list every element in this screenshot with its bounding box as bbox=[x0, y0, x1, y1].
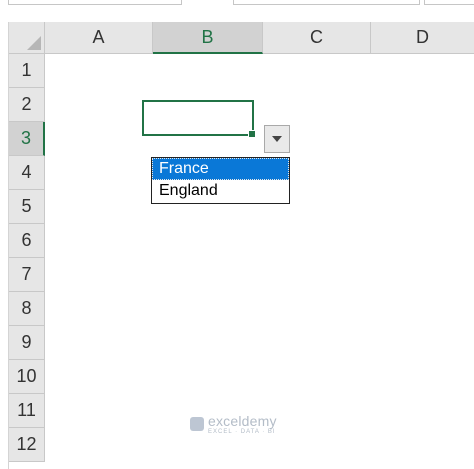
row-header-12[interactable]: 12 bbox=[9, 428, 45, 462]
dropdown-arrow-button[interactable] bbox=[264, 125, 290, 153]
fill-handle[interactable] bbox=[248, 130, 256, 138]
row-header-6[interactable]: 6 bbox=[9, 224, 45, 258]
dropdown-option-france[interactable]: France bbox=[152, 158, 289, 180]
watermark-name: exceldemy bbox=[208, 413, 277, 429]
row-header-7[interactable]: 7 bbox=[9, 258, 45, 292]
chevron-down-icon bbox=[272, 136, 282, 142]
dropdown-option-england[interactable]: England bbox=[152, 180, 289, 202]
formula-bar-area bbox=[0, 0, 474, 22]
row-header-4[interactable]: 4 bbox=[9, 156, 45, 190]
column-header-d[interactable]: D bbox=[371, 22, 474, 54]
name-box[interactable] bbox=[8, 0, 182, 5]
row-header-9[interactable]: 9 bbox=[9, 326, 45, 360]
column-header-b[interactable]: B bbox=[153, 22, 263, 54]
cell-grid[interactable] bbox=[45, 54, 474, 469]
row-header-3[interactable]: 3 bbox=[9, 122, 45, 156]
row-header-2[interactable]: 2 bbox=[9, 88, 45, 122]
exceldemy-logo-icon bbox=[190, 417, 204, 431]
select-all-button[interactable] bbox=[9, 22, 45, 54]
watermark-tagline: EXCEL · DATA · BI bbox=[208, 429, 276, 435]
formula-input[interactable] bbox=[233, 0, 420, 5]
column-header-c[interactable]: C bbox=[263, 22, 371, 54]
row-header-8[interactable]: 8 bbox=[9, 292, 45, 326]
row-header-11[interactable]: 11 bbox=[9, 394, 45, 428]
worksheet: A B C D 1 2 3 4 5 6 7 8 9 10 11 12 bbox=[8, 22, 474, 469]
row-header-5[interactable]: 5 bbox=[9, 190, 45, 224]
active-cell-b3[interactable] bbox=[142, 100, 256, 138]
formula-input-extra[interactable] bbox=[424, 0, 474, 5]
row-header-1[interactable]: 1 bbox=[9, 54, 45, 88]
row-header-10[interactable]: 10 bbox=[9, 360, 45, 394]
select-all-triangle-icon bbox=[27, 36, 41, 50]
watermark: exceldemy EXCEL · DATA · BI bbox=[190, 413, 277, 435]
dropdown-list: France England bbox=[151, 157, 290, 204]
column-header-a[interactable]: A bbox=[45, 22, 153, 54]
